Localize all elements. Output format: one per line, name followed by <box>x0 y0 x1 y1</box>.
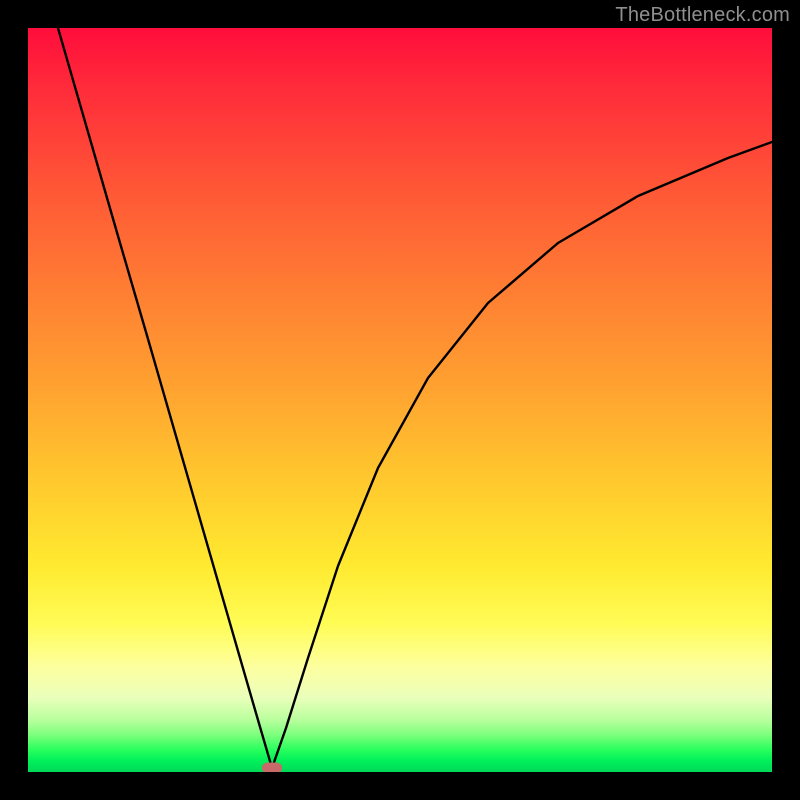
chart-stage: TheBottleneck.com <box>0 0 800 800</box>
bottleneck-curve <box>28 28 772 772</box>
dip-marker <box>262 763 282 773</box>
watermark-text: TheBottleneck.com <box>615 4 790 27</box>
plot-area <box>28 28 772 772</box>
